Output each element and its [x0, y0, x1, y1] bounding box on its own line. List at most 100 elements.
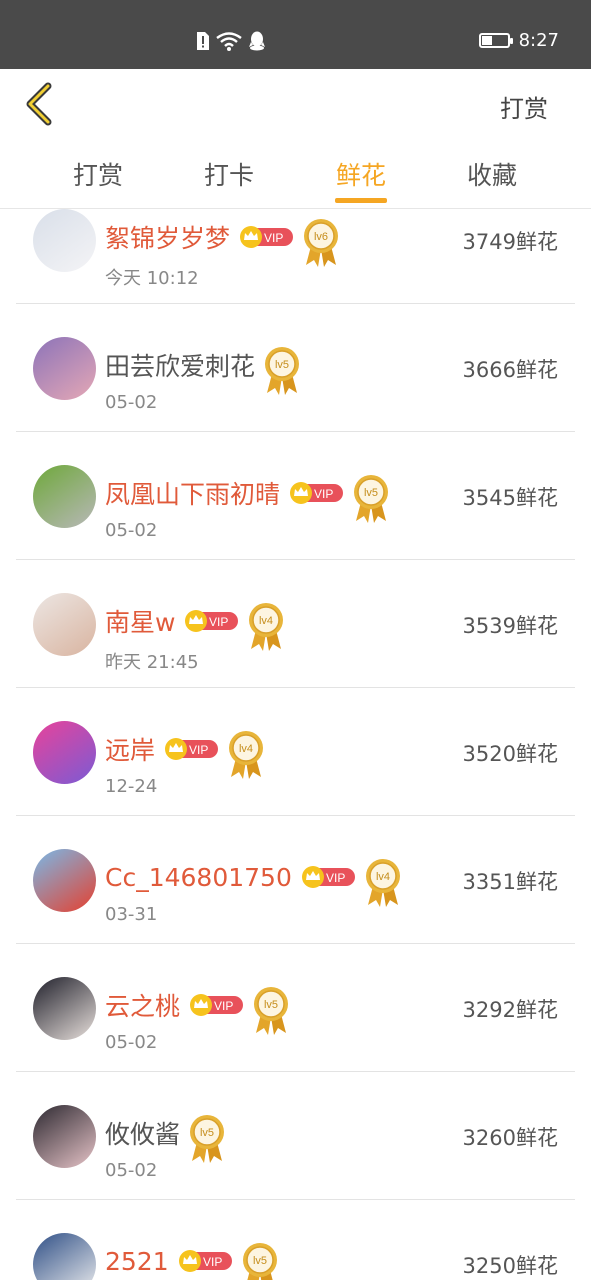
list-item[interactable]: Cc_146801750 VIP lv4 03-31 3351鲜花: [16, 816, 575, 944]
list-item[interactable]: 云之桃 VIP lv5 05-02 3292鲜花: [16, 944, 575, 1072]
svg-text:VIP: VIP: [326, 871, 345, 885]
tab-checkin[interactable]: 打卡: [184, 156, 274, 192]
level-label: lv4: [376, 871, 390, 883]
sim-alert-icon: [197, 32, 209, 50]
back-chevron-icon[interactable]: [20, 81, 62, 127]
flower-count: 3250鲜花: [462, 1254, 558, 1278]
timestamp: 昨天 21:45: [105, 652, 199, 673]
timestamp: 05-02: [105, 1032, 158, 1053]
timestamp: 今天 10:12: [105, 268, 199, 289]
level-label: lv5: [264, 999, 278, 1011]
reward-button[interactable]: 打赏: [500, 89, 548, 124]
svg-text:VIP: VIP: [203, 1255, 222, 1269]
level-label: lv5: [275, 359, 289, 371]
battery-icon: [478, 33, 513, 48]
vip-crown-badge-icon: VIP: [190, 994, 244, 1016]
avatar[interactable]: [33, 337, 96, 400]
vip-crown-badge-icon: VIP: [165, 738, 219, 760]
wifi-icon: [216, 32, 242, 51]
tab-reward[interactable]: 打赏: [53, 156, 143, 192]
svg-text:VIP: VIP: [209, 615, 228, 629]
timestamp: 05-02: [105, 520, 158, 541]
name-line: 远岸 VIP lv4: [105, 718, 265, 780]
level-label: lv6: [314, 231, 328, 243]
level-medal-icon: lv5: [254, 987, 289, 1035]
user-name[interactable]: 絮锦岁岁梦: [105, 219, 230, 255]
timestamp: 12-24: [105, 776, 158, 797]
vip-crown-badge-icon: VIP: [185, 610, 239, 632]
level-label: lv5: [253, 1255, 267, 1267]
user-name[interactable]: 田芸欣爱刺花: [105, 347, 255, 383]
name-line: 攸攸酱 lv5: [105, 1102, 226, 1164]
flower-count: 3545鲜花: [462, 486, 558, 510]
user-name[interactable]: 云之桃: [105, 987, 180, 1023]
avatar[interactable]: [33, 593, 96, 656]
avatar[interactable]: [33, 977, 96, 1040]
list-item[interactable]: 田芸欣爱刺花 lv5 05-02 3666鲜花: [16, 304, 575, 432]
level-medal-icon: lv4: [249, 603, 284, 651]
qq-icon: [249, 31, 265, 51]
user-name[interactable]: 攸攸酱: [105, 1115, 180, 1151]
user-name[interactable]: 南星w: [105, 603, 175, 639]
user-name[interactable]: Cc_146801750: [105, 863, 292, 892]
tab-bar: 打赏 打卡 鲜花 收藏: [0, 139, 591, 209]
app-bar: 打赏: [0, 69, 591, 139]
flower-count: 3351鲜花: [462, 870, 558, 894]
avatar[interactable]: [33, 465, 96, 528]
name-line: 田芸欣爱刺花 lv5: [105, 334, 301, 396]
list-item[interactable]: 远岸 VIP lv4 12-24 3520鲜花: [16, 688, 575, 816]
vip-crown-badge-icon: VIP: [290, 482, 344, 504]
avatar[interactable]: [33, 1233, 96, 1280]
vip-crown-badge-icon: VIP: [178, 1250, 232, 1272]
level-medal-icon: lv4: [229, 731, 264, 779]
svg-text:VIP: VIP: [264, 231, 283, 245]
tab-active-indicator: [335, 198, 387, 203]
timestamp: 05-02: [105, 392, 158, 413]
status-time: 8:27: [518, 30, 559, 51]
svg-text:VIP: VIP: [314, 487, 333, 501]
timestamp: 05-02: [105, 1160, 158, 1181]
tab-favorites[interactable]: 收藏: [447, 156, 537, 192]
user-name[interactable]: 远岸: [105, 731, 155, 767]
avatar[interactable]: [33, 849, 96, 912]
level-label: lv4: [239, 743, 253, 755]
flower-count: 3666鲜花: [462, 358, 558, 382]
flower-count: 3539鲜花: [462, 614, 558, 638]
level-medal-icon: lv5: [354, 475, 389, 523]
list-item[interactable]: 絮锦岁岁梦 VIP lv6 今天 10:12 3749鲜花: [16, 209, 575, 304]
flower-ranking-list: 絮锦岁岁梦 VIP lv6 今天 10:12 3749鲜花田芸欣爱刺花 lv5 05-02 3…: [0, 209, 591, 1280]
name-line: 2521 VIP lv5: [105, 1230, 279, 1280]
tab-flowers[interactable]: 鲜花: [316, 156, 406, 192]
name-line: 絮锦岁岁梦 VIP lv6: [105, 209, 340, 268]
list-item[interactable]: 2521 VIP lv5 3250鲜花: [16, 1200, 575, 1280]
avatar[interactable]: [33, 721, 96, 784]
svg-text:VIP: VIP: [214, 999, 233, 1013]
vip-crown-badge-icon: VIP: [301, 866, 355, 888]
level-medal-icon: lv6: [304, 219, 339, 267]
user-name[interactable]: 2521: [105, 1247, 169, 1276]
flower-count: 3260鲜花: [462, 1126, 558, 1150]
level-medal-icon: lv5: [190, 1115, 225, 1163]
level-label: lv5: [364, 487, 378, 499]
status-icons: [196, 31, 266, 51]
vip-crown-badge-icon: VIP: [240, 226, 294, 248]
svg-text:VIP: VIP: [189, 743, 208, 757]
list-item[interactable]: 南星w VIP lv4 昨天 21:45 3539鲜花: [16, 560, 575, 688]
name-line: 南星w VIP lv4: [105, 590, 285, 652]
list-item[interactable]: 凤凰山下雨初晴 VIP lv5 05-02 3545鲜花: [16, 432, 575, 560]
avatar[interactable]: [33, 1105, 96, 1168]
name-line: 云之桃 VIP lv5: [105, 974, 290, 1036]
level-medal-icon: lv4: [365, 859, 400, 907]
avatar[interactable]: [33, 209, 96, 272]
flower-count: 3749鲜花: [462, 230, 558, 254]
user-name[interactable]: 凤凰山下雨初晴: [105, 475, 280, 511]
list-item[interactable]: 攸攸酱 lv5 05-02 3260鲜花: [16, 1072, 575, 1200]
level-medal-icon: lv5: [265, 347, 300, 395]
flower-count: 3520鲜花: [462, 742, 558, 766]
level-medal-icon: lv5: [242, 1243, 277, 1280]
status-bar: 8:27: [0, 0, 591, 69]
level-label: lv4: [259, 615, 273, 627]
level-label: lv5: [200, 1127, 214, 1139]
timestamp: 03-31: [105, 904, 158, 925]
name-line: Cc_146801750 VIP lv4: [105, 846, 402, 908]
